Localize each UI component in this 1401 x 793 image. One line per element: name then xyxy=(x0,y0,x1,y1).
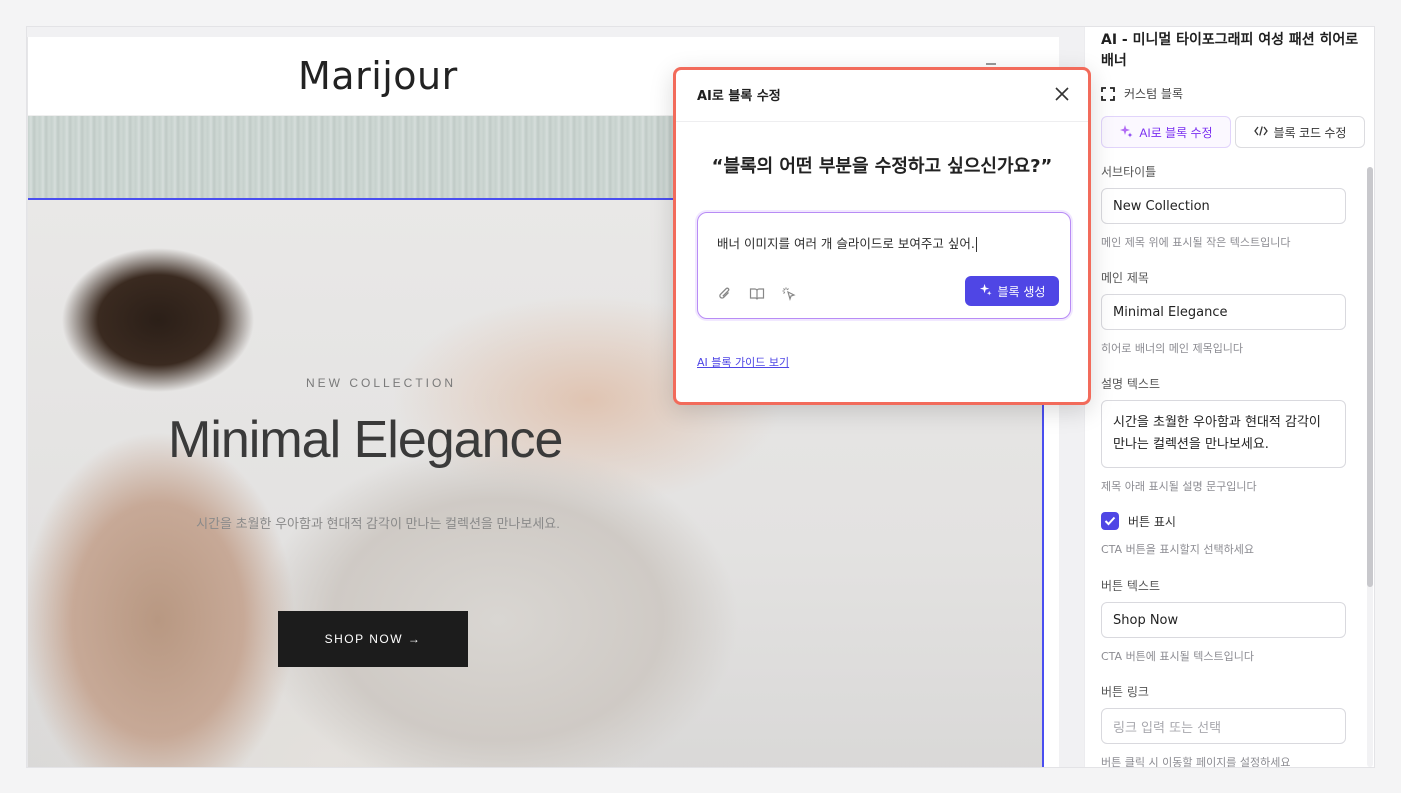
check-icon xyxy=(1104,516,1116,526)
ai-edit-modal: AI로 블록 수정 “블록의 어떤 부분을 수정하고 싶으신가요?” 배너 이미… xyxy=(673,67,1091,405)
close-button[interactable] xyxy=(1051,83,1073,105)
panel-tabs: AI로 블록 수정 블록 코드 수정 xyxy=(1101,116,1365,148)
button-link-label: 버튼 링크 xyxy=(1101,685,1149,699)
subtitle-input[interactable]: New Collection xyxy=(1101,188,1346,224)
sparkle-icon xyxy=(979,283,992,299)
show-button-checkbox[interactable] xyxy=(1101,512,1119,530)
modal-title: AI로 블록 수정 xyxy=(697,89,781,104)
hero-subtitle: NEW COLLECTION xyxy=(306,376,457,390)
description-help: 제목 아래 표시될 설명 문구입니다 xyxy=(1101,480,1257,493)
description-label: 설명 텍스트 xyxy=(1101,377,1161,391)
button-link-placeholder: 링크 입력 또는 선택 xyxy=(1113,720,1222,736)
shop-now-button[interactable]: SHOP NOW → xyxy=(278,611,468,667)
custom-block-label: 커스텀 블록 xyxy=(1124,87,1184,101)
generate-block-label: 블록 생성 xyxy=(997,284,1046,299)
ai-prompt-box[interactable]: 배너 이미지를 여러 개 슬라이드로 보여주고 싶어. 블록 생성 xyxy=(697,212,1071,319)
close-icon xyxy=(1055,87,1069,101)
show-button-label: 버튼 표시 xyxy=(1128,514,1176,529)
frame-corners-icon xyxy=(1101,86,1115,101)
block-title: AI - 미니멀 타이포그래피 여성 패션 히어로 배너 xyxy=(1101,32,1359,69)
button-text-help: CTA 버튼에 표시될 텍스트입니다 xyxy=(1101,650,1254,663)
ai-prompt-value: 배너 이미지를 여러 개 슬라이드로 보여주고 싶어. xyxy=(717,236,975,251)
prompt-toolbar xyxy=(716,285,798,303)
menu-icon[interactable] xyxy=(986,63,996,65)
cursor-click-icon xyxy=(782,287,796,302)
main-title-label: 메인 제목 xyxy=(1101,271,1149,285)
tab-ai-edit-label: AI로 블록 수정 xyxy=(1139,125,1213,140)
text-caret xyxy=(975,237,977,252)
show-button-row[interactable]: 버튼 표시 xyxy=(1101,512,1176,530)
book-icon xyxy=(749,288,765,300)
modal-question: “블록의 어떤 부분을 수정하고 싶으신가요?” xyxy=(711,156,1053,177)
hero-title: Minimal Elegance xyxy=(168,411,563,469)
ai-guide-link[interactable]: AI 블록 가이드 보기 xyxy=(697,354,789,370)
paperclip-icon xyxy=(719,287,730,299)
generate-block-button[interactable]: 블록 생성 xyxy=(965,276,1059,306)
tab-code-edit[interactable]: 블록 코드 수정 xyxy=(1235,116,1365,148)
show-button-help: CTA 버튼을 표시할지 선택하세요 xyxy=(1101,543,1254,556)
site-logo[interactable]: Marijour xyxy=(298,54,458,98)
block-settings-panel: AI - 미니멀 타이포그래피 여성 패션 히어로 배너 커스텀 블록 AI로 … xyxy=(1084,27,1374,768)
tab-ai-edit[interactable]: AI로 블록 수정 xyxy=(1101,116,1231,148)
sparkle-icon xyxy=(1119,124,1133,141)
subtitle-help: 메인 제목 위에 표시될 작은 텍스트입니다 xyxy=(1101,236,1291,249)
button-link-input[interactable]: 링크 입력 또는 선택 xyxy=(1101,708,1346,744)
main-title-help: 히어로 배너의 메인 제목입니다 xyxy=(1101,342,1244,355)
tab-code-edit-label: 블록 코드 수정 xyxy=(1273,125,1347,140)
custom-block-indicator: 커스텀 블록 xyxy=(1101,85,1183,102)
button-text-label: 버튼 텍스트 xyxy=(1101,579,1161,593)
guide-book-button[interactable] xyxy=(748,285,766,303)
button-link-help: 버튼 클릭 시 이동할 페이지를 설정하세요 xyxy=(1101,756,1291,768)
subtitle-label: 서브타이틀 xyxy=(1101,165,1157,179)
element-select-button[interactable] xyxy=(780,285,798,303)
button-text-input[interactable]: Shop Now xyxy=(1101,602,1346,638)
main-title-input[interactable]: Minimal Elegance xyxy=(1101,294,1346,330)
code-icon xyxy=(1253,125,1268,140)
attach-button[interactable] xyxy=(716,285,734,303)
description-textarea[interactable]: 시간을 초월한 우아함과 현대적 감각이 만나는 컬렉션을 만나보세요. xyxy=(1101,400,1346,468)
hero-description: 시간을 초월한 우아함과 현대적 감각이 만나는 컬렉션을 만나보세요. xyxy=(196,516,560,531)
ai-prompt-input[interactable]: 배너 이미지를 여러 개 슬라이드로 보여주고 싶어. xyxy=(717,233,977,252)
modal-header: AI로 블록 수정 xyxy=(676,70,1088,122)
settings-form: 서브타이틀 New Collection 메인 제목 위에 표시될 작은 텍스트… xyxy=(1101,157,1357,768)
panel-scrollbar-thumb[interactable] xyxy=(1367,167,1373,587)
